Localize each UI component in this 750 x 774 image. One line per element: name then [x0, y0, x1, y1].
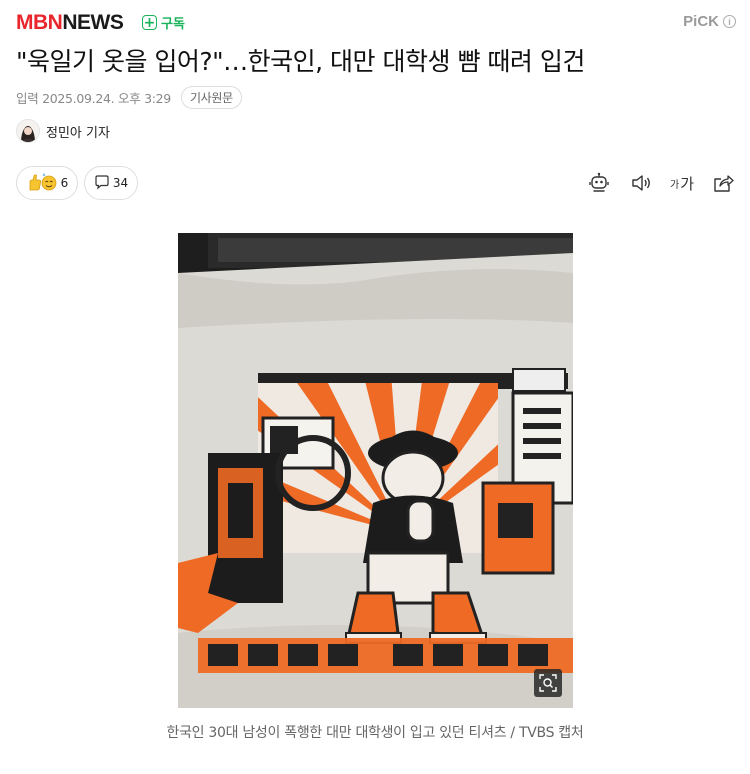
text-to-speech-button[interactable]: [629, 171, 653, 195]
summary-bot-button[interactable]: [587, 171, 611, 195]
logo-news: NEWS: [62, 11, 124, 34]
font-size-small: 가: [669, 179, 680, 191]
zoom-icon: [539, 674, 557, 692]
reaction-button[interactable]: 6: [16, 166, 78, 200]
share-button[interactable]: [711, 171, 735, 195]
reporter-name: 정민아 기자: [46, 125, 110, 141]
top-bar: MBNNEWS + 구독 PiCK i: [16, 10, 736, 36]
logo-mbn: MBN: [16, 11, 63, 34]
comment-button[interactable]: 34: [84, 166, 138, 200]
pick-label: PiCK: [683, 13, 719, 30]
article-meta: 입력 2025.09.24. 오후 3:29 기사원문: [16, 85, 242, 109]
subscribe-button[interactable]: + 구독: [142, 13, 185, 32]
article-headline: "욱일기 옷을 입어?"…한국인, 대만 대학생 뺨 때려 입건: [16, 47, 585, 76]
reporter-avatar: [16, 119, 40, 143]
speaker-icon: [632, 175, 650, 191]
comment-count: 34: [112, 176, 129, 190]
photo-zoom-button[interactable]: [534, 669, 562, 697]
published-date: 입력 2025.09.24. 오후 3:29: [16, 90, 171, 106]
article-photo[interactable]: [178, 233, 573, 708]
pick-badge[interactable]: PiCK i: [683, 13, 736, 30]
reaction-count: 6: [60, 176, 69, 190]
comment-icon: [94, 174, 110, 193]
original-article-button[interactable]: 기사원문: [180, 85, 242, 109]
font-size-large: 가: [680, 174, 694, 193]
info-icon: i: [723, 15, 736, 28]
subscribe-label: 구독: [161, 17, 185, 32]
robot-icon: [589, 172, 609, 192]
font-size-button[interactable]: 가가: [669, 171, 695, 195]
plus-icon: +: [142, 15, 157, 31]
reporter-byline[interactable]: 정민아 기자: [16, 119, 110, 143]
share-icon: [714, 175, 734, 192]
reaction-emoji-icon: [26, 172, 58, 194]
photo-caption: 한국인 30대 남성이 폭행한 대만 대학생이 입고 있던 티셔츠 / TVBS…: [166, 725, 584, 741]
action-bar: 6 34 가가: [16, 166, 736, 202]
press-logo[interactable]: MBNNEWS: [16, 11, 124, 35]
